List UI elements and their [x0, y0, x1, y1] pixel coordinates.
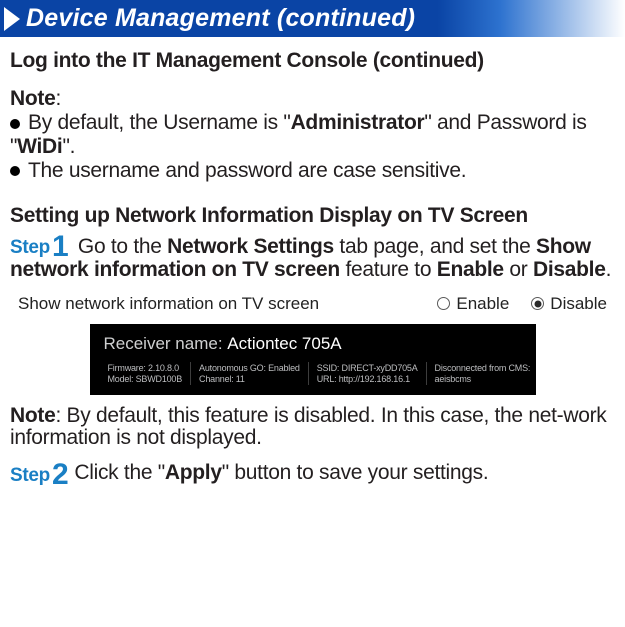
bullet-icon [10, 119, 20, 129]
step-1-block: Step 1 Go to the Network Settings tab pa… [10, 232, 615, 282]
tv-panel-title: Receiver name: Actiontec 705A [90, 334, 536, 362]
tv-info-panel: Receiver name: Actiontec 705A Firmware: … [90, 324, 536, 395]
tv-info-columns: Firmware: 2.10.8.0 Model: SBWD100B Auton… [90, 362, 536, 385]
text: The username and password are case sensi… [28, 159, 466, 183]
password-default: WiDi [17, 135, 62, 158]
text: ". [62, 135, 75, 158]
text: By default, the Username is " [28, 111, 291, 134]
step-marker-1: Step 1 [10, 232, 68, 258]
section-header: Device Management (continued) [0, 0, 625, 37]
note-text: : By default, this feature is disabled. … [10, 404, 606, 450]
subsection-title: Log into the IT Management Console (cont… [10, 49, 615, 73]
text: Click the " [74, 461, 165, 484]
step-number: 1 [52, 235, 68, 259]
radio-setting-label: Show network information on TV screen [18, 294, 415, 314]
username-default: Administrator [291, 111, 425, 134]
section-title-setup: Setting up Network Information Display o… [10, 204, 615, 228]
radio-setting-row: Show network information on TV screen En… [18, 294, 607, 314]
step-marker-2: Step 2 [10, 460, 68, 487]
text: feature to [340, 258, 437, 281]
note-bullet-2: The username and password are case sensi… [10, 159, 615, 183]
text: " button to save your settings. [222, 461, 489, 484]
text: tab page, and set the [334, 235, 536, 258]
tv-col-4: Disconnected from CMS: aeisbcms [427, 362, 539, 385]
ssid: SSID: DIRECT-xyDD705A [317, 363, 418, 373]
text: Go to the [78, 235, 167, 258]
note-label: Note [10, 404, 55, 427]
value-enable: Enable [437, 258, 504, 281]
receiver-name: Actiontec 705A [227, 334, 341, 353]
radio-option-disable[interactable]: Disable [531, 294, 607, 314]
step-label: Step [10, 465, 50, 487]
radio-icon [531, 297, 544, 310]
apply-button-name: Apply [165, 461, 222, 484]
radio-icon [437, 297, 450, 310]
tv-col-3: SSID: DIRECT-xyDD705A URL: http://192.16… [309, 362, 427, 385]
note-block-2: Note: By default, this feature is disabl… [10, 405, 615, 450]
triangle-right-icon [4, 7, 20, 31]
note-label: Note [10, 87, 55, 110]
cms-name: aeisbcms [435, 374, 531, 384]
section-header-title: Device Management (continued) [26, 4, 415, 33]
step-2-block: Step 2 Click the "Apply" button to save … [10, 460, 615, 487]
radio-label: Disable [550, 294, 607, 314]
bullet-icon [10, 166, 20, 176]
note-block: Note: [10, 87, 615, 111]
firmware-version: Firmware: 2.10.8.0 [108, 363, 183, 373]
radio-option-enable[interactable]: Enable [437, 294, 509, 314]
cms-status: Disconnected from CMS: [435, 363, 531, 373]
step-number: 2 [52, 463, 68, 487]
autonomous-go: Autonomous GO: Enabled [199, 363, 300, 373]
tv-col-2: Autonomous GO: Enabled Channel: 11 [191, 362, 309, 385]
tv-col-1: Firmware: 2.10.8.0 Model: SBWD100B [100, 362, 192, 385]
note-bullet-1: By default, the Username is "Administrat… [10, 111, 615, 159]
text: or [504, 258, 533, 281]
step-label: Step [10, 237, 50, 258]
radio-label: Enable [456, 294, 509, 314]
value-disable: Disable [533, 258, 606, 281]
channel: Channel: 11 [199, 374, 300, 384]
tv-title-prefix: Receiver name: [104, 334, 228, 353]
url: URL: http://192.168.16.1 [317, 374, 418, 384]
text: . [606, 258, 612, 281]
model-number: Model: SBWD100B [108, 374, 183, 384]
tab-name: Network Settings [167, 235, 334, 258]
page-content: Log into the IT Management Console (cont… [0, 37, 625, 487]
